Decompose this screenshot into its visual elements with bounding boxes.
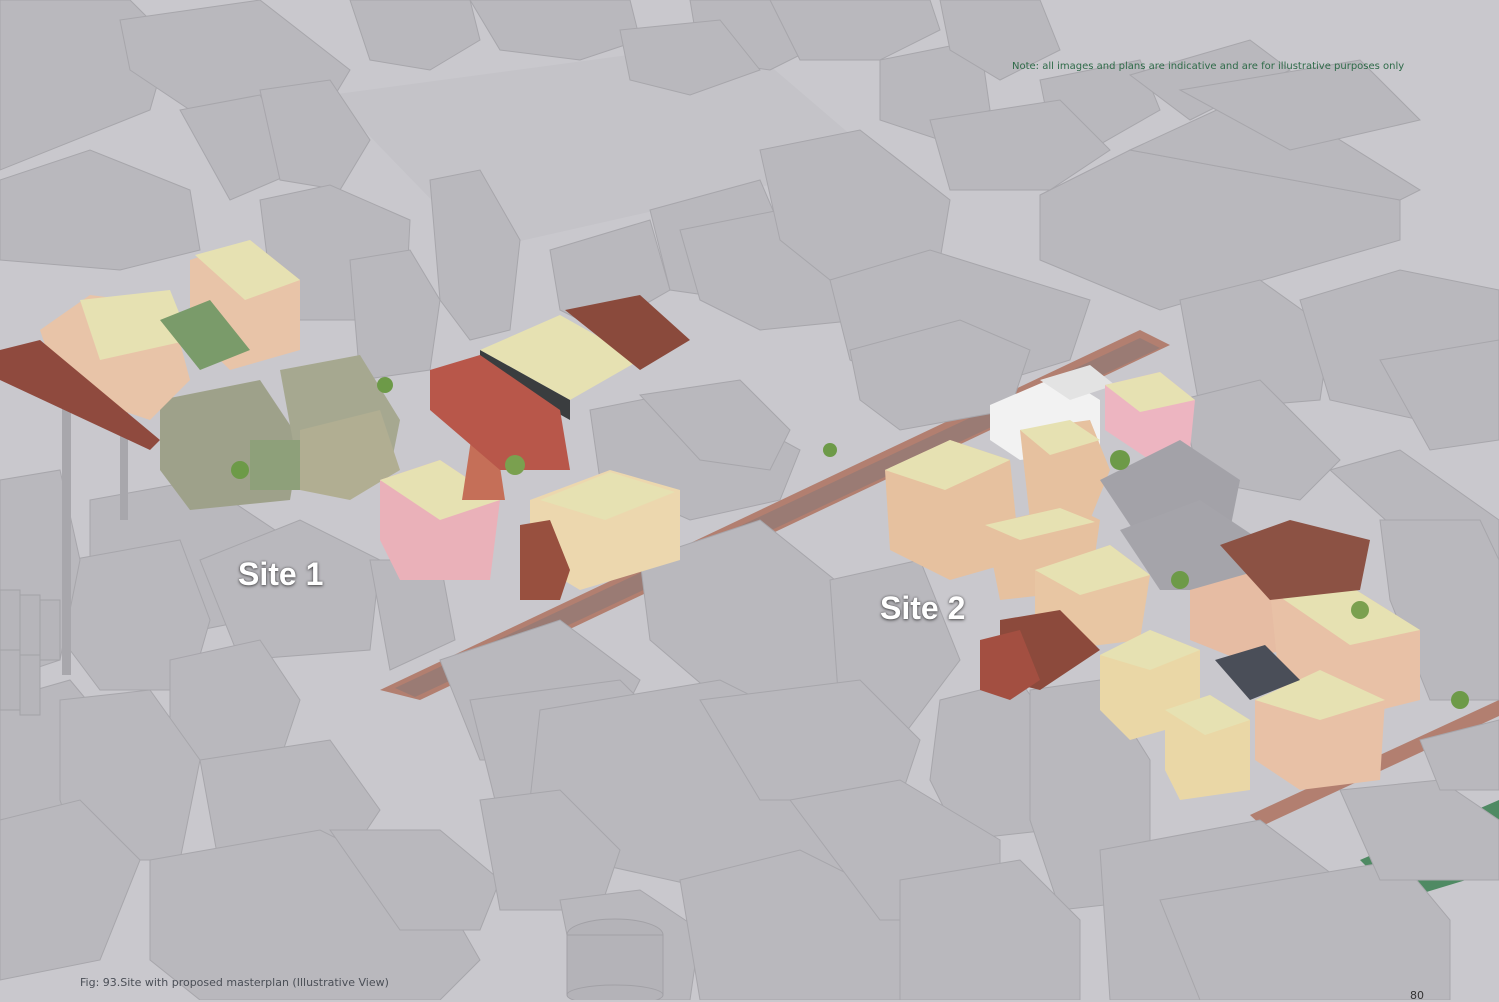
figure-caption: Fig: 93.Site with proposed masterplan (I…	[80, 976, 389, 989]
storage-tanks	[566, 918, 664, 1000]
axonometric-masterplan-view	[0, 0, 1499, 1000]
site-2-label: Site 2	[880, 590, 966, 626]
page-number: 80	[1410, 989, 1424, 1002]
site-1-label: Site 1	[238, 556, 324, 592]
disclaimer-note: Note: all images and plans are indicativ…	[1012, 61, 1405, 72]
